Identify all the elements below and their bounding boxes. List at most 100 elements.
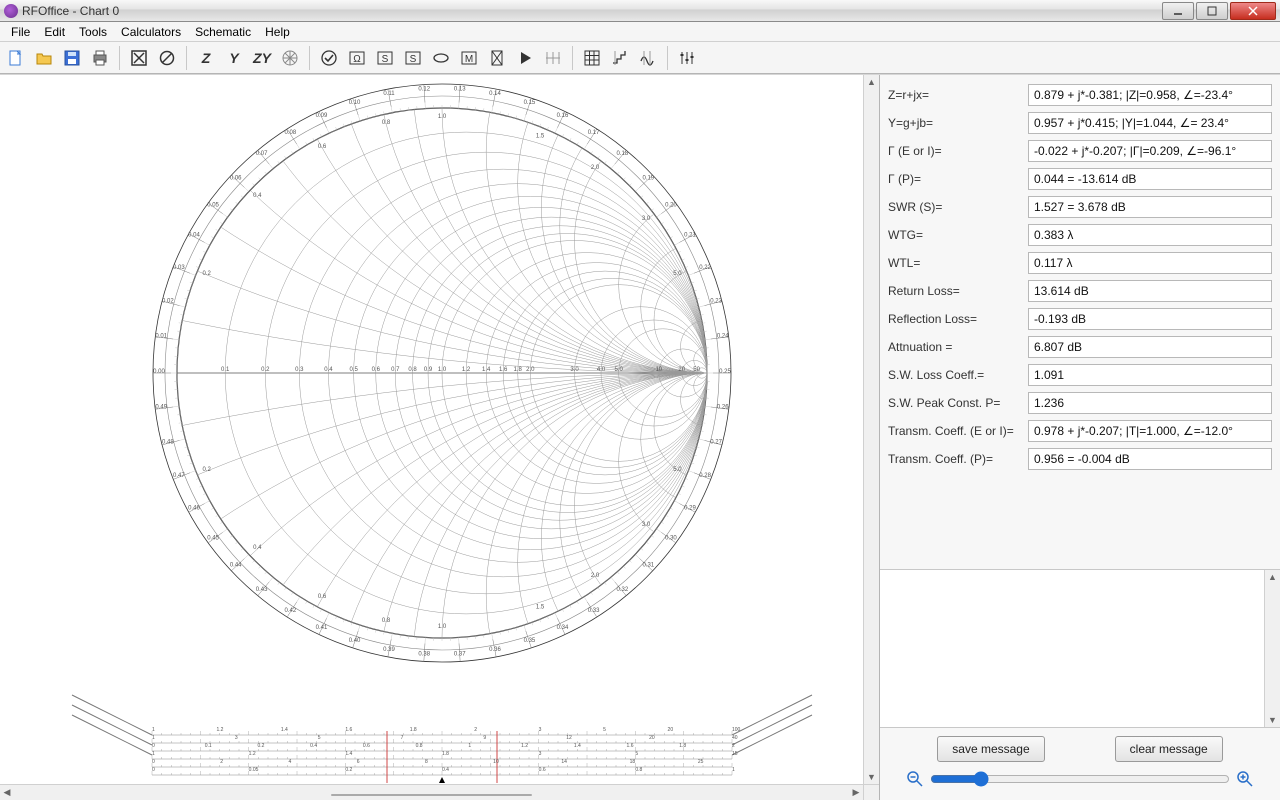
m-box-icon[interactable]: M (456, 45, 482, 71)
svg-text:7: 7 (400, 735, 403, 741)
svg-text:0.43: 0.43 (255, 587, 267, 593)
svg-text:0.15: 0.15 (523, 100, 535, 106)
sliders-icon[interactable] (674, 45, 700, 71)
svg-text:0.34: 0.34 (556, 625, 568, 631)
readout-label: Transm. Coeff. (P)= (888, 452, 1022, 466)
svg-text:1.2: 1.2 (248, 751, 255, 757)
vertical-scrollbar[interactable]: ▲ ▼ (863, 75, 879, 784)
message-area[interactable]: ▲ ▼ (880, 570, 1280, 728)
zy-letters[interactable]: ZY (249, 45, 275, 71)
svg-text:0: 0 (152, 767, 155, 773)
close-button[interactable] (1230, 2, 1276, 20)
readout-value-input[interactable] (1028, 112, 1272, 134)
check-circle-icon[interactable] (316, 45, 342, 71)
slash-circle-icon[interactable] (154, 45, 180, 71)
svg-text:0.16: 0.16 (556, 113, 568, 119)
readout-value-input[interactable] (1028, 252, 1272, 274)
readout-label: WTG= (888, 228, 1022, 242)
readout-value-input[interactable] (1028, 140, 1272, 162)
svg-text:3.0: 3.0 (570, 367, 579, 373)
scroll-right-icon[interactable]: ▶ (849, 786, 863, 800)
readout-value-input[interactable] (1028, 168, 1272, 190)
new-doc-icon[interactable] (3, 45, 29, 71)
minimize-button[interactable] (1162, 2, 1194, 20)
z-letter[interactable]: Z (193, 45, 219, 71)
zoom-out-icon[interactable] (906, 770, 924, 788)
readout-value-input[interactable] (1028, 448, 1272, 470)
readout-row: Z=r+jx= (888, 81, 1272, 109)
readout-value-input[interactable] (1028, 420, 1272, 442)
menu-tools[interactable]: Tools (72, 23, 114, 41)
toolbar-separator (572, 46, 573, 70)
ellipse-icon[interactable] (428, 45, 454, 71)
hourglass-icon[interactable] (484, 45, 510, 71)
readout-value-input[interactable] (1028, 364, 1272, 386)
wave-icon[interactable] (635, 45, 661, 71)
svg-text:1.2: 1.2 (521, 743, 528, 749)
menu-file[interactable]: File (4, 23, 37, 41)
menu-calculators[interactable]: Calculators (114, 23, 188, 41)
app-icon (4, 4, 18, 18)
scroll-up-icon[interactable]: ▲ (865, 75, 879, 89)
readouts-table: Z=r+jx=Y=g+jb=Γ (E or I)=Γ (P)=SWR (S)=W… (880, 75, 1280, 570)
svg-text:0.17: 0.17 (587, 130, 599, 136)
readout-label: S.W. Loss Coeff.= (888, 368, 1022, 382)
scroll-down-icon[interactable]: ▼ (1266, 713, 1280, 727)
readout-value-input[interactable] (1028, 280, 1272, 302)
horizontal-scrollbar[interactable]: ◀ ▶ (0, 784, 863, 800)
line-marker-icon[interactable] (540, 45, 566, 71)
menu-edit[interactable]: Edit (37, 23, 72, 41)
scroll-up-icon[interactable]: ▲ (1266, 570, 1280, 584)
readout-value-input[interactable] (1028, 224, 1272, 246)
svg-text:100: 100 (732, 727, 741, 733)
y-letter[interactable]: Y (221, 45, 247, 71)
svg-text:1.2: 1.2 (461, 367, 470, 373)
svg-text:0.40: 0.40 (348, 638, 360, 644)
readout-value-input[interactable] (1028, 336, 1272, 358)
save-message-button[interactable]: save message (937, 736, 1044, 762)
svg-text:0.30: 0.30 (665, 535, 677, 541)
scroll-left-icon[interactable]: ◀ (0, 786, 14, 800)
s-double-box-icon[interactable]: S (400, 45, 426, 71)
zoom-in-icon[interactable] (1236, 770, 1254, 788)
scroll-thumb[interactable] (331, 794, 531, 796)
svg-text:1.2: 1.2 (216, 727, 223, 733)
svg-text:0.9: 0.9 (423, 367, 432, 373)
menu-help[interactable]: Help (258, 23, 297, 41)
readout-label: SWR (S)= (888, 200, 1022, 214)
menu-schematic[interactable]: Schematic (188, 23, 258, 41)
svg-text:0.07: 0.07 (255, 151, 267, 157)
readout-value-input[interactable] (1028, 196, 1272, 218)
svg-text:0.26: 0.26 (716, 404, 728, 410)
svg-text:0.8: 0.8 (381, 120, 390, 126)
readout-row: Transm. Coeff. (P)= (888, 445, 1272, 473)
zoom-slider[interactable] (930, 771, 1230, 787)
toolbar-separator (186, 46, 187, 70)
s-box-icon[interactable]: S (372, 45, 398, 71)
svg-text:1.0: 1.0 (437, 114, 446, 120)
svg-text:0.39: 0.39 (383, 647, 395, 653)
svg-text:0.6: 0.6 (371, 367, 380, 373)
play-right-icon[interactable] (512, 45, 538, 71)
svg-text:1.5: 1.5 (535, 134, 544, 140)
omega-bracket-icon[interactable]: Ω (344, 45, 370, 71)
readout-value-input[interactable] (1028, 308, 1272, 330)
scroll-down-icon[interactable]: ▼ (865, 770, 879, 784)
compass-icon[interactable] (277, 45, 303, 71)
toolbar-separator (119, 46, 120, 70)
readout-label: Attnuation = (888, 340, 1022, 354)
clear-message-button[interactable]: clear message (1115, 736, 1223, 762)
print-icon[interactable] (87, 45, 113, 71)
readout-value-input[interactable] (1028, 392, 1272, 414)
smith-chart[interactable]: 0.10.20.30.40.50.60.70.80.91.01.21.41.61… (2, 75, 862, 784)
readout-value-input[interactable] (1028, 84, 1272, 106)
readout-row: Γ (P)= (888, 165, 1272, 193)
svg-text:0.14: 0.14 (489, 91, 501, 97)
stairs-icon[interactable] (607, 45, 633, 71)
x-box-icon[interactable] (126, 45, 152, 71)
grid-icon[interactable] (579, 45, 605, 71)
msg-scrollbar[interactable]: ▲ ▼ (1264, 570, 1280, 727)
save-icon[interactable] (59, 45, 85, 71)
open-folder-icon[interactable] (31, 45, 57, 71)
maximize-button[interactable] (1196, 2, 1228, 20)
